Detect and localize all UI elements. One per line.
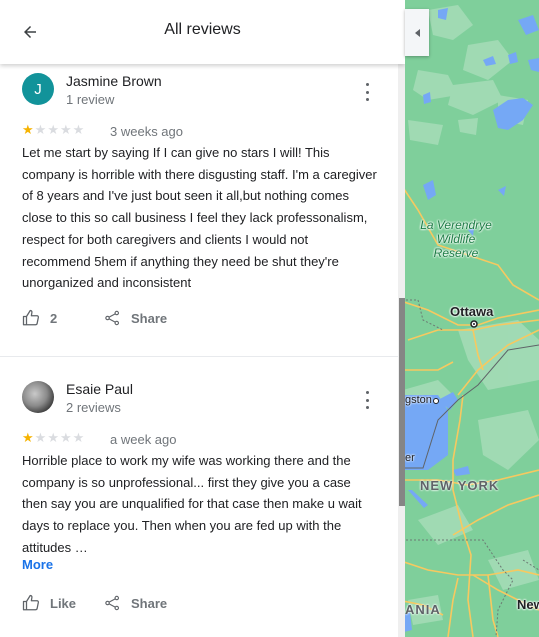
panel-header: All reviews xyxy=(0,0,405,64)
map-label-reserve-line2: Wildlife xyxy=(436,232,476,246)
share-icon xyxy=(105,595,120,611)
star-empty-icon: ★ xyxy=(59,430,72,445)
map-label-reserve-line3: Reserve xyxy=(433,246,479,260)
map-label-reserve-line1: La Verendrye xyxy=(420,218,492,232)
star-empty-icon: ★ xyxy=(47,430,59,445)
more-options-button[interactable] xyxy=(360,391,374,409)
map-label-reserve: La Verendrye Wildlife Reserve xyxy=(412,218,500,260)
star-empty-icon: ★ xyxy=(34,430,47,445)
page-title: All reviews xyxy=(164,21,241,38)
map-label-kingston: gston xyxy=(405,394,432,406)
like-button[interactable]: Like xyxy=(22,594,76,612)
dot-icon xyxy=(365,391,369,394)
dot-icon xyxy=(365,406,369,409)
star-rating: ★ ★ ★ ★ ★ xyxy=(22,431,84,445)
review-item: Esaie Paul 2 reviews ★ ★ ★ ★ ★ a week ago Ho… xyxy=(0,0,398,637)
review-text: Horrible place to work my wife was worki… xyxy=(22,453,362,555)
more-link[interactable]: More xyxy=(22,557,53,572)
map-label-pennsylvania: ANIA xyxy=(405,602,441,617)
share-label: Share xyxy=(131,595,168,611)
share-button[interactable]: Share xyxy=(104,594,167,612)
reviews-panel: All reviews J Jasmine Brown 1 review ★ ★ ★… xyxy=(0,0,405,637)
like-label: Like xyxy=(50,595,77,611)
thumbs-up-icon xyxy=(22,594,40,611)
author-name[interactable]: Esaie Paul xyxy=(66,381,133,397)
map-view[interactable]: La Verendrye Wildlife Reserve Ottawa gst… xyxy=(398,0,539,637)
avatar[interactable] xyxy=(22,381,54,413)
review-date: a week ago xyxy=(110,432,177,447)
star-filled-icon: ★ xyxy=(22,430,34,445)
map-label-lake: er xyxy=(405,452,415,464)
star-empty-icon: ★ xyxy=(72,430,85,445)
scrollbar-thumb[interactable] xyxy=(399,298,405,506)
map-label-new-york: NEW YORK xyxy=(420,478,500,493)
map-label-new-jersey: New xyxy=(517,597,539,612)
dot-icon xyxy=(365,398,369,402)
map-label-ottawa: Ottawa xyxy=(450,304,494,319)
collapse-panel-button[interactable] xyxy=(405,9,429,56)
triangle-left-icon xyxy=(414,28,420,37)
author-review-count[interactable]: 2 reviews xyxy=(66,400,121,415)
